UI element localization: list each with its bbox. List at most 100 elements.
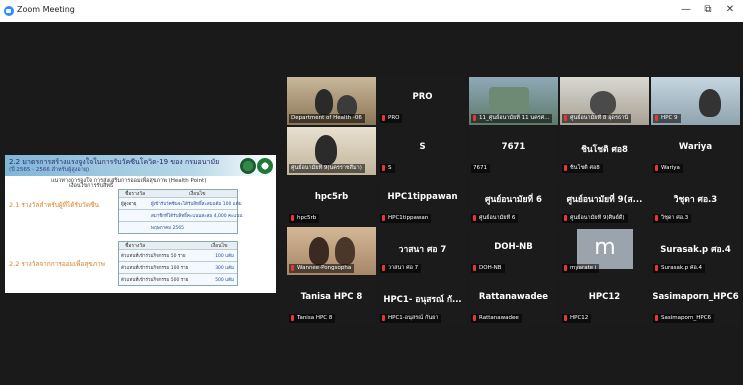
- mic-muted-icon: [655, 314, 658, 321]
- table-cell: 100 แต้ม: [215, 254, 234, 259]
- participant-name-label: ศูนย์อนามัยที่ 6: [471, 214, 519, 223]
- mic-muted-icon: [473, 264, 476, 271]
- participant-name-label: S: [380, 164, 395, 173]
- slide-subheading: เงื่อนไขการรับสิทธิ์: [69, 183, 114, 189]
- participant-tile[interactable]: วาสนา ศอ 7 วาสนา ศอ 7: [378, 227, 467, 275]
- participant-name: PRO: [388, 115, 400, 121]
- participant-name: 11_ศูนย์อนามัยที่ 11 นครศ...: [479, 115, 550, 121]
- participant-name-label: 7671: [471, 164, 490, 173]
- participant-name-label: Wariya: [653, 164, 683, 173]
- participant-display-name: วาสนา ศอ 7: [398, 245, 447, 255]
- participant-tile[interactable]: Tanisa HPC 8 Tanisa HPC 8: [287, 277, 376, 325]
- participant-display-name: ชินโชติ ศอ8: [581, 145, 628, 155]
- close-button[interactable]: ✕: [721, 3, 739, 17]
- participant-tile[interactable]: S S: [378, 127, 467, 175]
- mic-muted-icon: [655, 214, 658, 221]
- participant-name: ศูนย์อนามัยที่ 9(นครราชสีมา): [291, 165, 362, 171]
- participant-tile[interactable]: ศูนย์อนามัยที่ 9(ส... ศูนย์อนามัยที่ 9(ศ…: [560, 177, 649, 225]
- participant-tile[interactable]: Wannee-Pongsopha: [287, 227, 376, 275]
- participant-name: Surasak.p ศอ.4: [661, 265, 703, 271]
- mic-muted-icon: [655, 264, 658, 271]
- table-row: ผู้สูงอายุ ผู้เข้ารับวัคซีนจะได้รับสิทธิ์…: [119, 197, 242, 209]
- ministry-logo-icon: [240, 158, 256, 174]
- window-titlebar: Zoom Meeting — ⧉ ✕: [0, 0, 743, 22]
- participant-tile[interactable]: ศูนย์อนามัยที่ 9(นครราชสีมา): [287, 127, 376, 175]
- mic-muted-icon: [473, 214, 476, 221]
- participant-name-label: ศูนย์อนามัยที่ 8 อุดรธานี: [562, 114, 632, 123]
- participant-name-label: Rattanawadee: [471, 314, 522, 323]
- participant-name: Wannee-Pongsopha: [297, 265, 352, 271]
- participant-tile[interactable]: 7671 7671: [469, 127, 558, 175]
- participant-name-label: HPC1tippawan: [380, 214, 432, 223]
- participant-display-name: PRO: [412, 92, 433, 102]
- participant-display-name: S: [419, 142, 426, 152]
- participant-display-name: Wariya: [678, 142, 713, 152]
- participant-name: hpc5rb: [297, 215, 317, 221]
- participant-name-label: Department of Health -06: [289, 114, 365, 123]
- mic-muted-icon: [382, 264, 385, 271]
- participant-tile[interactable]: Surasak.p ศอ.4 Surasak.p ศอ.4: [651, 227, 740, 275]
- participant-tile[interactable]: ชินโชติ ศอ8 ชินโชติ ศอ8: [560, 127, 649, 175]
- participant-name: ศูนย์อนามัยที่ 6: [479, 215, 516, 221]
- table-cell: ตัวแทนที่เข้าร่วมกิจกรรม 500 ราย: [121, 278, 189, 283]
- participant-display-name: วิชุดา ศอ.3: [673, 195, 718, 205]
- table-cell: ตัวแทนที่เข้าร่วมกิจกรรม 50 ราย: [121, 254, 186, 259]
- participant-tile[interactable]: ศูนย์อนามัยที่ 8 อุดรธานี: [560, 77, 649, 125]
- participant-name: ศูนย์อนามัยที่ 8 อุดรธานี: [570, 115, 629, 121]
- participant-tile[interactable]: HPC12 HPC12: [560, 277, 649, 325]
- participant-tile[interactable]: HPC1- อนุสรณ์ กั... HPC1-อนุสรณ์ กันยา: [378, 277, 467, 325]
- shared-screen[interactable]: 2.2 มาตรการสร้างแรงจูงใจในการรับวัคซีนโค…: [5, 155, 276, 293]
- table-cell: สมาชิกที่ได้รับสิทธิ์คะแนนสะสม 4,000 คะแ…: [151, 214, 243, 219]
- participant-tile[interactable]: วิชุดา ศอ.3 วิชุดา ศอ.3: [651, 177, 740, 225]
- participant-tile[interactable]: Wariya Wariya: [651, 127, 740, 175]
- minimize-button[interactable]: —: [677, 3, 695, 17]
- participant-tile[interactable]: HPC 9: [651, 77, 740, 125]
- mic-muted-icon: [382, 114, 385, 121]
- participant-name: HPC1-อนุสรณ์ กันยา: [388, 315, 439, 321]
- slide-subtitle: (ปี 2565 - 2566 สำหรับผู้สูงอายุ): [9, 167, 90, 173]
- participant-display-name: ศูนย์อนามัยที่ 6: [485, 195, 542, 205]
- participant-tile[interactable]: Rattanawadee Rattanawadee: [469, 277, 558, 325]
- participant-display-name: HPC1tippawan: [387, 192, 458, 202]
- mic-muted-icon: [291, 314, 294, 321]
- mic-muted-icon: [564, 314, 567, 321]
- participant-name: Wariya: [661, 165, 680, 171]
- video-person: [699, 89, 721, 117]
- participant-tile[interactable]: Department of Health -06: [287, 77, 376, 125]
- participant-name: วาสนา ศอ 7: [388, 265, 419, 271]
- participant-name: ศูนย์อนามัยที่ 9(ศิษย์ดี): [570, 215, 625, 221]
- participant-display-name: HPC1- อนุสรณ์ กั...: [383, 295, 462, 305]
- mic-muted-icon: [382, 214, 385, 221]
- mic-muted-icon: [382, 164, 385, 171]
- mic-muted-icon: [655, 164, 658, 171]
- participant-display-name: ศูนย์อนามัยที่ 9(ส...: [566, 195, 643, 205]
- participant-tile[interactable]: HPC1tippawan HPC1tippawan: [378, 177, 467, 225]
- participant-name: Tanisa HPC 8: [297, 315, 333, 321]
- participant-name-label: Wannee-Pongsopha: [289, 264, 355, 273]
- participant-tile[interactable]: m myarate i: [560, 227, 649, 275]
- zoom-logo-icon: [4, 6, 14, 16]
- participant-avatar: m: [577, 229, 633, 269]
- participant-tile[interactable]: ศูนย์อนามัยที่ 6 ศูนย์อนามัยที่ 6: [469, 177, 558, 225]
- participant-name: DOH-NB: [479, 265, 502, 271]
- participant-display-name: hpc5rb: [314, 192, 349, 202]
- slide-table-2: ชื่อรางวัล เงื่อนไข ตัวแทนที่เข้าร่วมกิจ…: [118, 241, 238, 286]
- participant-tile[interactable]: PRO PRO: [378, 77, 467, 125]
- mic-muted-icon: [564, 164, 567, 171]
- participant-name: HPC12: [570, 315, 589, 321]
- video-person: [315, 89, 333, 115]
- table-cell: ผู้สูงอายุ: [121, 202, 137, 207]
- participant-tile[interactable]: 11_ศูนย์อนามัยที่ 11 นครศ...: [469, 77, 558, 125]
- mic-muted-icon: [564, 264, 567, 271]
- table-1-header: ชื่อรางวัล เงื่อนไข: [119, 190, 237, 197]
- mic-muted-icon: [473, 314, 476, 321]
- participant-tile[interactable]: DOH-NB DOH-NB: [469, 227, 558, 275]
- participant-name-label: 11_ศูนย์อนามัยที่ 11 นครศ...: [471, 114, 553, 123]
- participant-tile[interactable]: Sasimaporn_HPC6 Sasimaporn_HPC6: [651, 277, 740, 325]
- participant-display-name: DOH-NB: [494, 242, 533, 252]
- restore-button[interactable]: ⧉: [699, 3, 717, 17]
- video-person: [489, 87, 529, 113]
- participant-name-label: Sasimaporn_HPC6: [653, 314, 715, 323]
- participant-name: ชินโชติ ศอ8: [570, 165, 600, 171]
- participant-tile[interactable]: hpc5rb hpc5rb: [287, 177, 376, 225]
